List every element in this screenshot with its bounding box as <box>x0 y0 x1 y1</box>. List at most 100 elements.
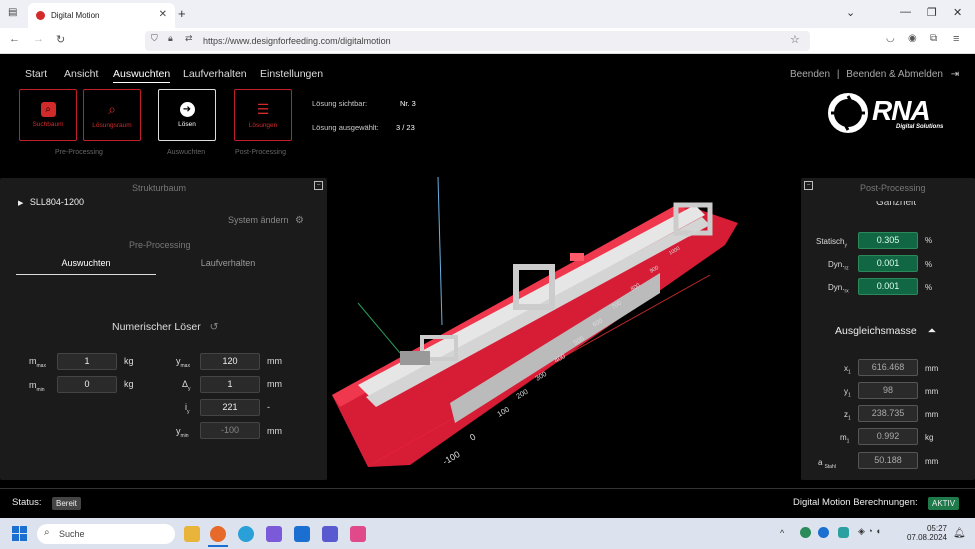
new-tab-icon[interactable]: + <box>178 6 186 21</box>
dyn-rx-unit: % <box>925 283 933 292</box>
cut-section-title: Ganzheit <box>875 201 917 208</box>
m-unit: kg <box>925 433 934 442</box>
tab-overflow-icon[interactable]: ⌄ <box>846 6 855 19</box>
active-app-indicator <box>208 545 228 547</box>
browser-tab[interactable]: Digital Motion ✕ <box>28 3 175 28</box>
beenden-abmelden-link[interactable]: Beenden & Abmelden <box>846 69 943 80</box>
m-max-unit: kg <box>124 356 134 366</box>
notification-bell-icon[interactable]: 🔔︎ <box>953 528 966 539</box>
url-input[interactable]: https://www.designforfeeding.com/digital… <box>145 31 810 51</box>
i-input[interactable]: 221 <box>200 399 260 416</box>
back-icon[interactable]: ← <box>9 33 20 45</box>
tab-list-icon[interactable]: ▤ <box>8 7 17 18</box>
i-label: iy <box>185 402 190 415</box>
dyn-rz-label: Dyn.rz <box>828 260 849 272</box>
y-max-label: ymax <box>176 356 190 369</box>
app-icon[interactable] <box>266 526 282 542</box>
statisch-unit: % <box>925 236 933 245</box>
beenden-link[interactable]: Beenden <box>790 69 830 80</box>
nav-ansicht[interactable]: Ansicht <box>64 68 98 80</box>
bookmark-star-icon[interactable]: ☆ <box>790 33 800 46</box>
calc-label: Digital Motion Berechnungen: <box>793 497 918 508</box>
system-aendern-button[interactable]: System ändern ⚙ <box>228 215 304 226</box>
aperture-logo-icon <box>828 93 868 133</box>
group-label-post: Post-Processing <box>235 149 286 156</box>
minimize-left-icon[interactable]: − <box>314 181 323 190</box>
sichtbar-label: Lösung sichtbar: <box>312 99 368 108</box>
loesungsraum-button[interactable]: ⌕ Lösungsraum <box>83 89 141 141</box>
m-max-input[interactable]: 1 <box>57 353 117 370</box>
pre-processing-title: Pre-Processing <box>129 240 191 250</box>
m-min-label: mmin <box>29 380 45 393</box>
minimize-right-icon[interactable]: − <box>804 181 813 190</box>
y-min-input[interactable]: -100 <box>200 422 260 439</box>
file-explorer-icon[interactable] <box>184 526 200 542</box>
tray-network-icons[interactable]: ◈ ◔ ◖ <box>858 526 881 537</box>
m-label: m1 <box>840 433 850 445</box>
axis-z-line <box>357 302 401 354</box>
restore-icon[interactable]: ❐ <box>927 6 937 19</box>
nav-auswuchten[interactable]: Auswuchten <box>113 68 171 83</box>
teams-icon[interactable] <box>322 526 338 542</box>
windows-start-icon[interactable] <box>12 526 27 541</box>
x-label: x1 <box>844 364 851 376</box>
tray-security-icon[interactable] <box>838 527 849 538</box>
tab-laufverhalten[interactable]: Laufverhalten <box>158 258 298 275</box>
tray-cloud-icon[interactable] <box>818 527 829 538</box>
nav-laufverhalten[interactable]: Laufverhalten <box>183 68 247 80</box>
edge-icon[interactable] <box>238 526 254 542</box>
post-processing-title: Post-Processing <box>860 183 926 193</box>
dyn-rz-value: 0.001 <box>858 255 918 272</box>
tree-expand-icon[interactable]: ▶ <box>18 200 23 207</box>
axis-tick-label: -100 <box>441 449 462 467</box>
lock-icon[interactable]: 🔒︎ <box>168 33 173 44</box>
shield-icon[interactable]: ⛉ <box>151 33 158 44</box>
tray-app-icon[interactable] <box>800 527 811 538</box>
group-label-ausw: Auswuchten <box>167 149 206 156</box>
suchbaum-button[interactable]: ⌕ Suchbaum <box>19 89 77 141</box>
outlook-icon[interactable] <box>294 526 310 542</box>
extensions-icon[interactable]: ⧉ <box>930 33 937 44</box>
nav-einstellungen[interactable]: Einstellungen <box>260 68 323 80</box>
m-min-input[interactable]: 0 <box>57 376 117 393</box>
y-label: y1 <box>844 387 851 399</box>
m-max-label: mmax <box>29 356 46 369</box>
y-value: 98 <box>858 382 918 399</box>
reset-icon[interactable]: ↺ <box>210 321 219 333</box>
firefox-icon[interactable] <box>210 526 226 542</box>
reload-icon[interactable]: ↻ <box>56 33 65 46</box>
favicon-icon <box>36 11 45 20</box>
slider-block <box>400 351 430 365</box>
slack-icon[interactable] <box>350 526 366 542</box>
close-tab-icon[interactable]: ✕ <box>159 9 167 20</box>
logout-links: Beenden | Beenden & Abmelden ⇥ <box>790 69 959 80</box>
ausgewaehlt-label: Lösung ausgewählt: <box>312 123 379 132</box>
tab-auswuchten[interactable]: Auswuchten <box>16 258 156 275</box>
tray-overflow-icon[interactable]: ^ <box>780 528 784 538</box>
pocket-icon[interactable]: ◡ <box>886 33 895 44</box>
a-label: a Stahl <box>818 458 836 470</box>
taskbar-search[interactable]: ⌕ Suche <box>37 524 175 544</box>
sichtbar-value: Nr. 3 <box>400 99 416 108</box>
y-min-unit: mm <box>267 426 282 436</box>
clock[interactable]: 05:27 07.08.2024 <box>905 524 947 542</box>
arrow-right-icon: ➜ <box>179 102 195 117</box>
close-window-icon[interactable]: ✕ <box>953 6 962 19</box>
logout-icon[interactable]: ⇥ <box>951 69 959 80</box>
forward-icon[interactable]: → <box>33 33 44 45</box>
loesungen-button[interactable]: ☰ Lösungen <box>234 89 292 141</box>
loesen-button[interactable]: ➜ Lösen <box>158 89 216 141</box>
account-icon[interactable]: ◉ <box>908 33 917 44</box>
tree-item[interactable]: ▶ SLL804-1200 <box>18 197 84 207</box>
permissions-icon[interactable]: ⇄ <box>185 33 193 44</box>
search-icon: ⌕ <box>108 101 116 117</box>
menu-icon[interactable]: ≡ <box>953 33 959 45</box>
axis-tick-label: 100 <box>496 405 511 419</box>
3d-viewport[interactable]: -100010020030040050060070080090010001100 <box>330 175 798 485</box>
nav-start[interactable]: Start <box>25 68 47 80</box>
delta-input[interactable]: 1 <box>200 376 260 393</box>
y-max-input[interactable]: 120 <box>200 353 260 370</box>
axis-y-line <box>437 176 443 326</box>
ausgewaehlt-value: 3 / 23 <box>396 123 415 132</box>
minimize-icon[interactable]: — <box>900 6 911 18</box>
